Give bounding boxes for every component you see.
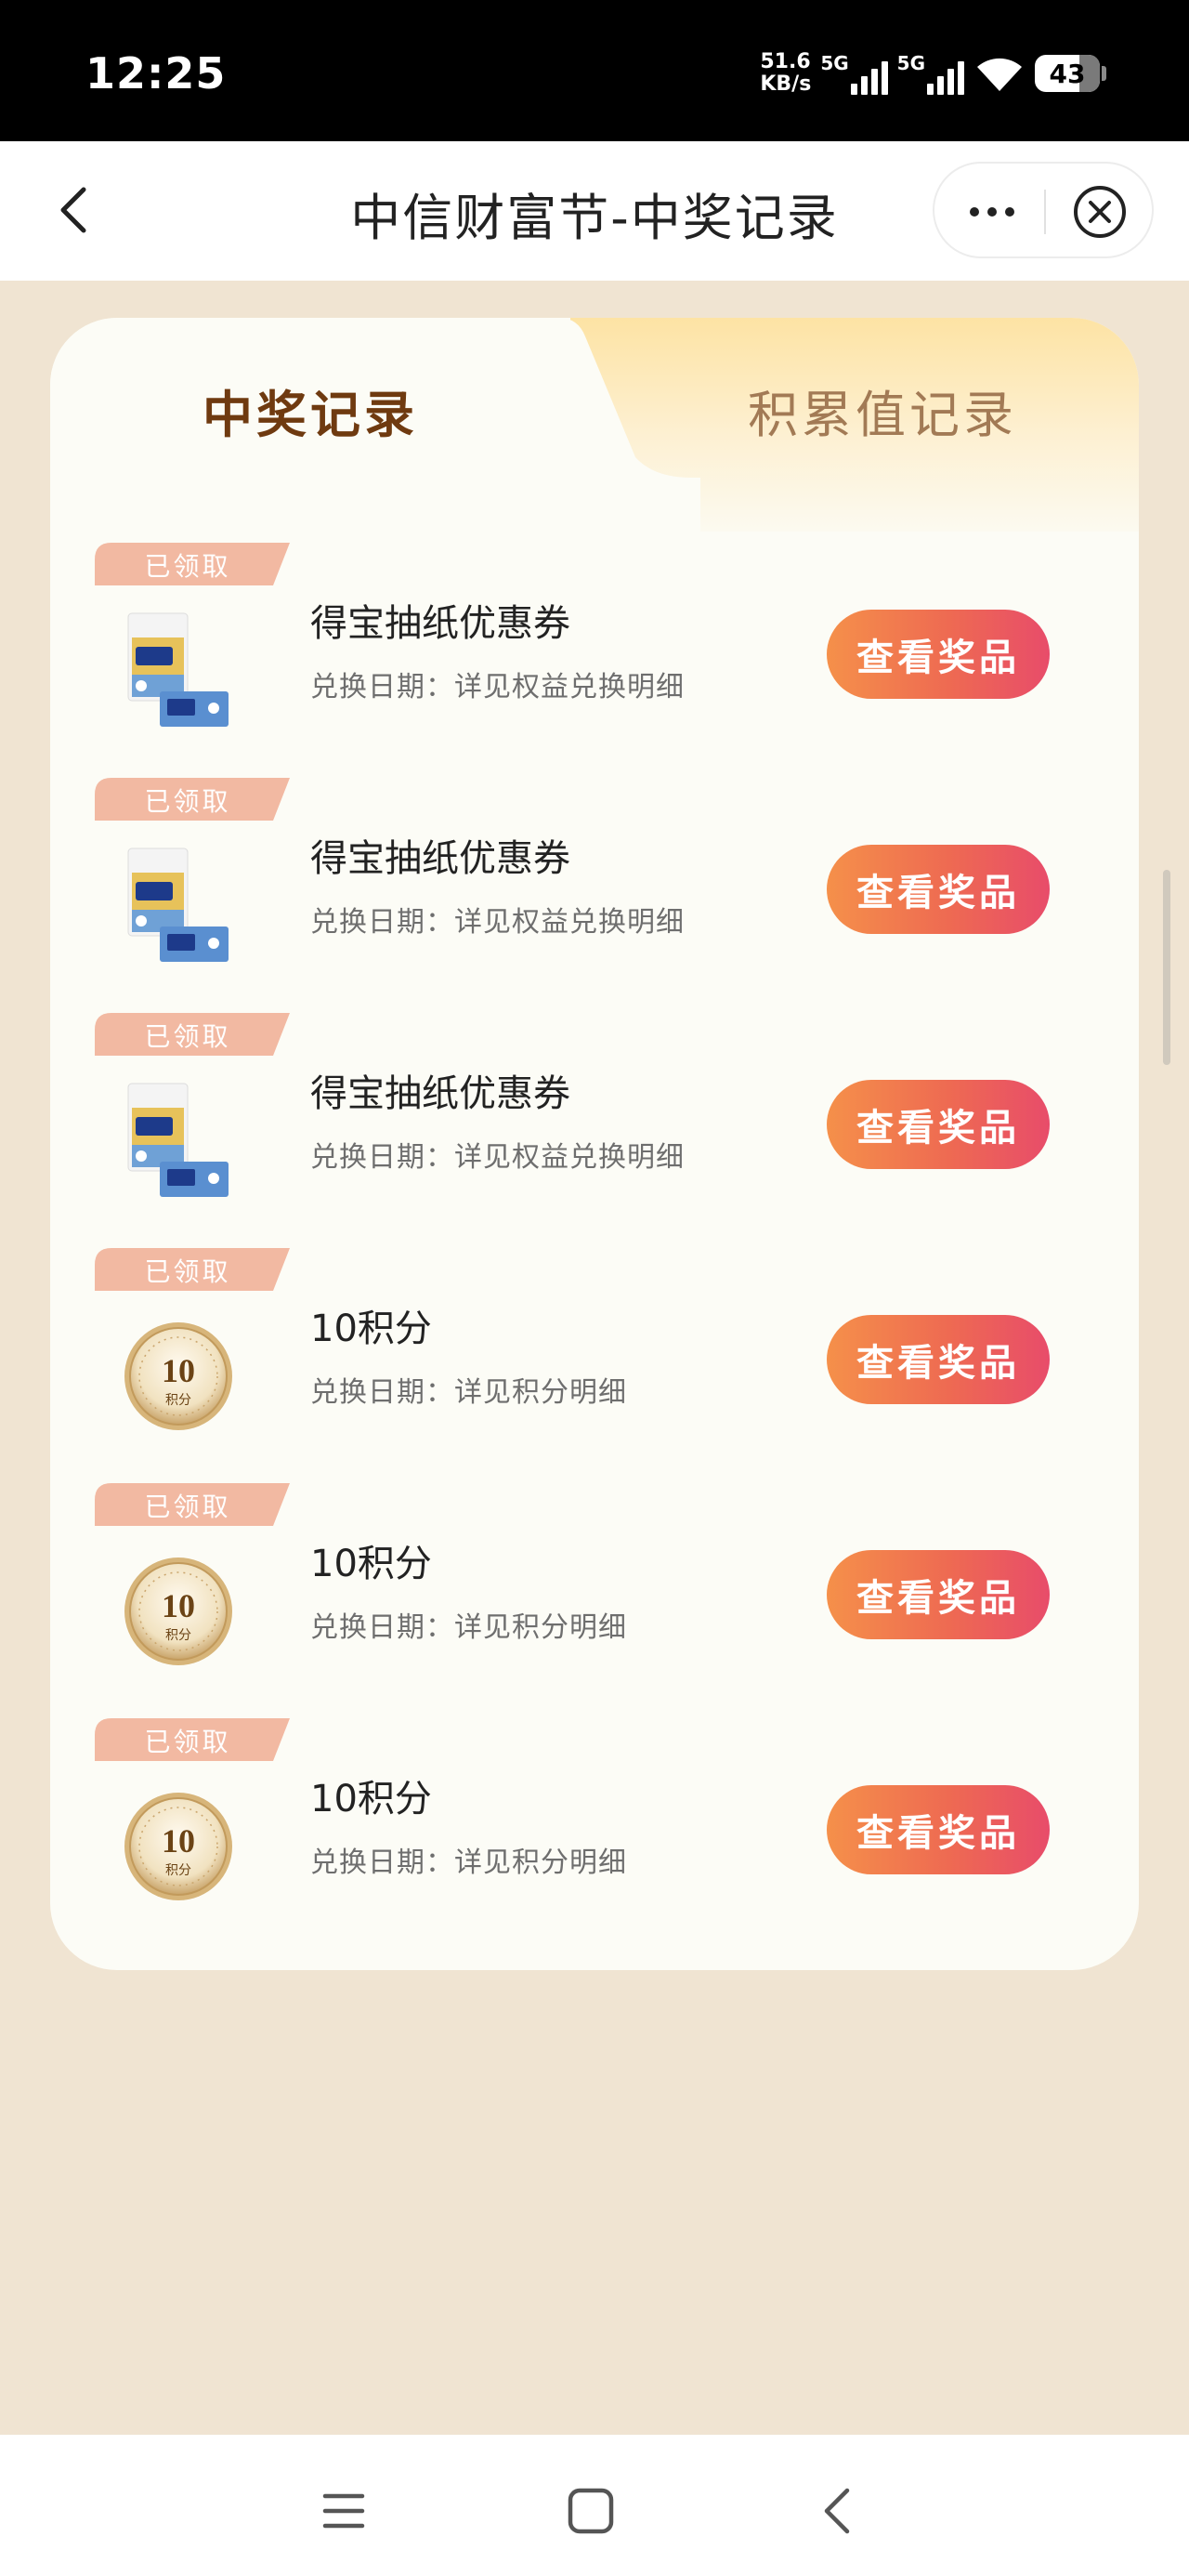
prize-name: 得宝抽纸优惠券: [310, 1072, 570, 1115]
nav-bar: 中信财富节-中奖记录: [0, 141, 1189, 281]
battery-icon: 43: [1035, 55, 1106, 92]
prize-date: 兑换日期：详见积分明细: [310, 1376, 627, 1409]
signal-sim2-icon: 5G: [897, 52, 964, 95]
points-coin-icon: 10 积分: [124, 1557, 232, 1665]
prize-item: 已领取 得宝抽纸优惠券 兑换日期：详见权益兑换明细 查看奖品: [50, 778, 1139, 1013]
prize-date: 兑换日期：详见权益兑换明细: [310, 906, 685, 939]
prize-name: 得宝抽纸优惠券: [310, 837, 570, 880]
scrollbar[interactable]: [1163, 870, 1170, 1065]
claimed-badge: 已领取: [95, 1013, 290, 1056]
status-icons: 51.6 KB/s 5G 5G 43: [760, 50, 1106, 97]
system-navigation-bar: [0, 2435, 1189, 2576]
close-icon[interactable]: [1072, 184, 1128, 240]
network-speed: 51.6 KB/s: [760, 50, 812, 96]
svg-text:积分: 积分: [165, 1628, 191, 1643]
points-coin-icon: 10 积分: [124, 1793, 232, 1900]
prize-list: 已领取 得宝抽纸优惠券 兑换日期：详见权益兑换明细 查看奖品 已领取 得宝抽纸优…: [50, 543, 1139, 1953]
prize-records-card: 中奖记录 积累值记录 已领取 得宝抽纸优惠券 兑换日期：详见权益兑换明细 查看奖…: [50, 318, 1139, 1970]
svg-text:积分: 积分: [165, 1393, 191, 1408]
system-back-button[interactable]: [810, 2483, 866, 2539]
view-prize-button[interactable]: 查看奖品: [827, 1315, 1050, 1404]
view-prize-button[interactable]: 查看奖品: [827, 1785, 1050, 1874]
tab-prize-records[interactable]: 中奖记录: [50, 318, 700, 533]
tissue-pack-icon: [127, 1083, 229, 1197]
prize-name: 10积分: [310, 1543, 432, 1585]
prize-name: 得宝抽纸优惠券: [310, 602, 570, 645]
claimed-badge: 已领取: [95, 778, 290, 821]
wifi-icon: [977, 58, 1022, 91]
claimed-badge: 已领取: [95, 1718, 290, 1761]
svg-text:10: 10: [162, 1352, 195, 1389]
prize-date: 兑换日期：详见积分明细: [310, 1611, 627, 1644]
prize-date: 兑换日期：详见权益兑换明细: [310, 671, 685, 703]
prize-name: 10积分: [310, 1308, 432, 1350]
prize-item: 已领取 10 积分 10积分 兑换日期：详见积分明细 查看奖品: [50, 1248, 1139, 1483]
prize-name: 10积分: [310, 1778, 432, 1820]
tissue-pack-icon: [127, 848, 229, 962]
tab-accumulated-records[interactable]: 积累值记录: [626, 374, 1139, 447]
view-prize-button[interactable]: 查看奖品: [827, 1080, 1050, 1169]
claimed-badge: 已领取: [95, 1248, 290, 1291]
claimed-badge: 已领取: [95, 543, 290, 585]
view-prize-button[interactable]: 查看奖品: [827, 610, 1050, 699]
points-coin-icon: 10 积分: [124, 1322, 232, 1430]
view-prize-button[interactable]: 查看奖品: [827, 1550, 1050, 1639]
capsule-divider: [1044, 190, 1046, 234]
prize-item: 已领取 得宝抽纸优惠券 兑换日期：详见权益兑换明细 查看奖品: [50, 1013, 1139, 1248]
status-time: 12:25: [85, 48, 227, 99]
miniprogram-capsule: [933, 162, 1154, 258]
home-square-icon: [568, 2488, 614, 2534]
claimed-badge: 已领取: [95, 1483, 290, 1526]
home-button[interactable]: [563, 2483, 619, 2539]
signal-sim1-icon: 5G: [820, 52, 888, 95]
prize-item: 已领取 得宝抽纸优惠券 兑换日期：详见权益兑换明细 查看奖品: [50, 543, 1139, 778]
status-bar: 12:25 51.6 KB/s 5G 5G 43: [0, 0, 1189, 141]
menu-icon: [322, 2493, 365, 2529]
chevron-left-icon: [824, 2488, 850, 2534]
svg-text:10: 10: [162, 1587, 195, 1624]
more-options-icon[interactable]: [962, 190, 1022, 234]
menu-button[interactable]: [316, 2483, 372, 2539]
view-prize-button[interactable]: 查看奖品: [827, 845, 1050, 934]
prize-item: 已领取 10 积分 10积分 兑换日期：详见积分明细 查看奖品: [50, 1718, 1139, 1953]
svg-text:积分: 积分: [165, 1863, 191, 1878]
prize-date: 兑换日期：详见权益兑换明细: [310, 1141, 685, 1174]
prize-item: 已领取 10 积分 10积分 兑换日期：详见积分明细 查看奖品: [50, 1483, 1139, 1718]
svg-text:10: 10: [162, 1822, 195, 1860]
prize-date: 兑换日期：详见积分明细: [310, 1847, 627, 1879]
tissue-pack-icon: [127, 612, 229, 727]
